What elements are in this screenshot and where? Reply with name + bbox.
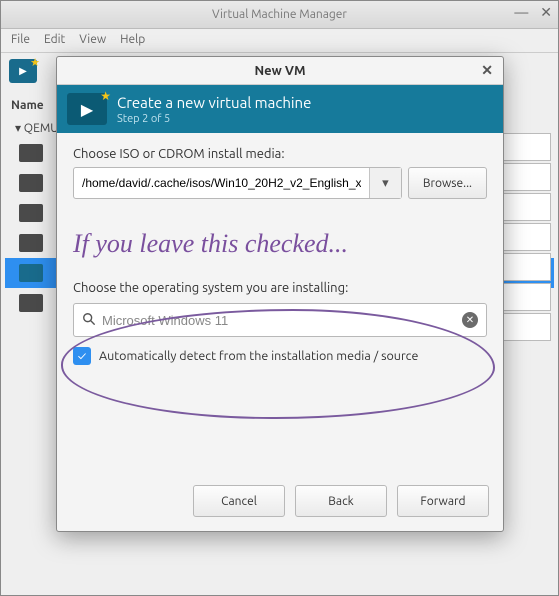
iso-path-input[interactable] [74,168,369,198]
cancel-button[interactable]: Cancel [193,485,285,517]
dialog-titlebar: New VM ✕ [57,57,503,85]
dialog-body: Choose ISO or CDROM install media: ▾ Bro… [57,133,503,475]
browse-button[interactable]: Browse... [408,167,487,199]
monitor-icon [19,204,43,222]
autodetect-label: Automatically detect from the installati… [99,349,418,363]
annotation-text: If you leave this checked... [73,229,487,259]
dialog-title: New VM [254,64,305,78]
back-button[interactable]: Back [295,485,387,517]
search-icon [82,312,96,329]
forward-button[interactable]: Forward [397,485,489,517]
dialog-close-icon[interactable]: ✕ [481,62,493,79]
os-search-input[interactable] [102,313,456,328]
monitor-icon [19,144,43,162]
minimize-icon[interactable]: — [514,5,528,19]
new-vm-icon[interactable]: ★ [9,59,37,83]
clear-icon[interactable]: ✕ [462,312,478,328]
menu-file[interactable]: File [11,33,30,48]
monitor-icon [19,294,43,312]
monitor-icon [19,264,43,282]
monitor-icon [19,174,43,192]
dialog-header: ★ Create a new virtual machine Step 2 of… [57,85,503,133]
main-window-title: Virtual Machine Manager [212,8,347,21]
os-choose-label: Choose the operating system you are inst… [73,281,487,295]
new-vm-dialog: New VM ✕ ★ Create a new virtual machine … [56,56,504,532]
menu-view[interactable]: View [79,33,106,48]
monitor-icon [19,234,43,252]
close-icon[interactable]: ✕ [540,5,552,19]
dialog-footer: Cancel Back Forward [57,475,503,531]
dialog-heading: Create a new virtual machine [117,94,311,111]
os-search-field[interactable]: ✕ [73,303,487,337]
dialog-step: Step 2 of 5 [117,113,311,125]
autodetect-checkbox[interactable]: ✓ [73,347,91,365]
iso-path-combo[interactable]: ▾ [73,167,402,199]
main-titlebar: Virtual Machine Manager — ✕ [1,1,558,29]
chevron-down-icon[interactable]: ▾ [369,168,401,198]
iso-label: Choose ISO or CDROM install media: [73,147,487,161]
menu-help[interactable]: Help [120,33,145,48]
vm-wizard-icon: ★ [67,93,107,125]
menubar: File Edit View Help [1,29,558,53]
menu-edit[interactable]: Edit [44,33,65,48]
